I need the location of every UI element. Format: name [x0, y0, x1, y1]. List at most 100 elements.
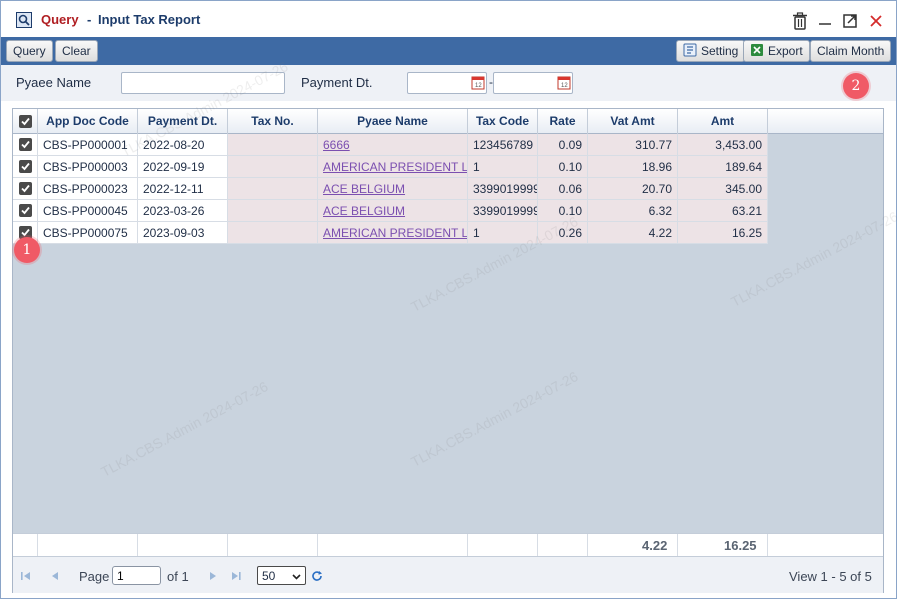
table-row[interactable]: CBS-PP000075 2023-09-03 AMERICAN PRESIDENT…	[13, 222, 768, 244]
page-label: Page	[79, 569, 110, 584]
vat-amt-cell: 18.96	[588, 156, 678, 178]
svg-text:12: 12	[475, 83, 482, 89]
tax-no-cell	[228, 134, 318, 156]
svg-text:12: 12	[561, 83, 568, 89]
tax-no-cell	[228, 200, 318, 222]
maximize-icon[interactable]	[842, 12, 860, 30]
minimize-icon[interactable]	[817, 12, 835, 30]
vat-amt-cell: 20.70	[588, 178, 678, 200]
column-header[interactable]: Tax No.	[228, 109, 318, 134]
export-button[interactable]: Export	[743, 40, 810, 62]
annotation-badge-1: 1	[14, 237, 40, 263]
vat-amt-cell: 4.22	[588, 222, 678, 244]
results-grid: App Doc Code Payment Dt. Tax No. Pyaee N…	[12, 108, 884, 593]
clear-button-label: Clear	[62, 44, 91, 58]
vat-amt-cell: 310.77	[588, 134, 678, 156]
totals-cell	[538, 534, 588, 556]
row-checkbox[interactable]	[19, 160, 32, 173]
totals-cell	[138, 534, 228, 556]
chevron-down-icon	[292, 569, 301, 583]
payee-name-link[interactable]: 6666	[318, 134, 468, 156]
table-row[interactable]: CBS-PP000023 2022-12-11 ACE BELGIUM 3399019…	[13, 178, 768, 200]
column-header[interactable]: Vat Amt	[588, 109, 678, 134]
payee-name-link[interactable]: AMERICAN PRESIDENT LINES	[318, 156, 468, 178]
claim-month-button[interactable]: Claim Month	[810, 40, 892, 62]
payee-name-label: Pyaee Name	[16, 75, 92, 90]
column-header[interactable]: Pyaee Name	[318, 109, 468, 134]
column-header[interactable]: Amt	[678, 109, 768, 134]
query-button-label: Query	[13, 44, 46, 58]
payee-name-link[interactable]: AMERICAN PRESIDENT LINES	[318, 222, 468, 244]
payment-dt-cell: 2022-08-20	[138, 134, 228, 156]
totals-cell	[13, 534, 38, 556]
payee-name-link[interactable]: ACE BELGIUM	[318, 178, 468, 200]
prev-page-icon[interactable]	[49, 570, 61, 582]
grid-body: CBS-PP000001 2022-08-20 6666 123456789 0.09 3…	[13, 134, 883, 533]
payment-dt-cell: 2023-09-03	[138, 222, 228, 244]
refresh-icon[interactable]	[311, 570, 323, 582]
excel-icon	[750, 43, 764, 60]
query-window: Query - Input Tax Report Query Clear Set…	[0, 0, 897, 599]
column-header[interactable]: Tax Code	[468, 109, 538, 134]
page-count-label: of 1	[167, 569, 189, 584]
tax-code-cell: 1	[468, 156, 538, 178]
last-page-icon[interactable]	[230, 570, 242, 582]
column-header[interactable]: App Doc Code	[38, 109, 138, 134]
app-doc-code-cell: CBS-PP000001	[38, 134, 138, 156]
app-doc-code-cell: CBS-PP000075	[38, 222, 138, 244]
trash-icon[interactable]	[792, 12, 810, 30]
next-page-icon[interactable]	[207, 570, 219, 582]
app-doc-code-cell: CBS-PP000023	[38, 178, 138, 200]
tax-code-cell: 33990199999	[468, 200, 538, 222]
amt-total: 16.25	[724, 538, 757, 553]
table-row[interactable]: CBS-PP000003 2022-09-19 AMERICAN PRESIDENT…	[13, 156, 768, 178]
column-header[interactable]: Rate	[538, 109, 588, 134]
payment-dt-cell: 2023-03-26	[138, 200, 228, 222]
vat-amt-total: 4.22	[642, 538, 668, 553]
view-range-text: View 1 - 5 of 5	[789, 569, 872, 584]
totals-cell	[318, 534, 468, 556]
vat-amt-cell: 6.32	[588, 200, 678, 222]
query-button[interactable]: Query	[6, 40, 53, 62]
amt-cell: 3,453.00	[678, 134, 768, 156]
row-checkbox[interactable]	[19, 204, 32, 217]
column-header[interactable]: Payment Dt.	[138, 109, 228, 134]
title-bar: Query - Input Tax Report	[1, 1, 896, 37]
tax-no-cell	[228, 222, 318, 244]
title-prefix: Query	[41, 12, 79, 27]
rate-cell: 0.06	[538, 178, 588, 200]
amt-cell: 16.25	[678, 222, 768, 244]
table-row[interactable]: CBS-PP000001 2022-08-20 6666 123456789 0.09 3…	[13, 134, 768, 156]
export-button-label: Export	[768, 44, 803, 58]
first-page-icon[interactable]	[20, 570, 32, 582]
page-size-select[interactable]: 50	[257, 566, 306, 585]
amt-cell: 189.64	[678, 156, 768, 178]
rate-cell: 0.09	[538, 134, 588, 156]
select-all-checkbox[interactable]	[19, 115, 32, 128]
page-number-input[interactable]	[112, 566, 161, 585]
rate-cell: 0.10	[538, 200, 588, 222]
pager: Page of 1 50 View 1 - 5 of 5	[13, 556, 883, 593]
payee-name-link[interactable]: ACE BELGIUM	[318, 200, 468, 222]
row-select-cell	[13, 156, 38, 178]
payee-name-input[interactable]	[121, 72, 285, 94]
clear-button[interactable]: Clear	[55, 40, 98, 62]
row-select-cell	[13, 178, 38, 200]
totals-cell	[38, 534, 138, 556]
app-doc-code-cell: CBS-PP000045	[38, 200, 138, 222]
query-search-icon	[16, 12, 32, 28]
toolbar: Query Clear Setting Export Claim Month	[1, 37, 896, 65]
tax-no-cell	[228, 178, 318, 200]
calendar-icon[interactable]: 12	[471, 74, 485, 90]
row-checkbox[interactable]	[19, 182, 32, 195]
window-title: Input Tax Report	[98, 12, 201, 27]
calendar-icon[interactable]: 12	[557, 74, 571, 90]
close-icon[interactable]	[868, 12, 886, 30]
setting-button[interactable]: Setting	[676, 40, 746, 62]
table-row[interactable]: CBS-PP000045 2023-03-26 ACE BELGIUM 3399019…	[13, 200, 768, 222]
page-size-value: 50	[262, 568, 276, 583]
totals-row: 4.22 16.25	[13, 533, 883, 556]
payment-dt-cell: 2022-12-11	[138, 178, 228, 200]
tax-code-cell: 33990199999	[468, 178, 538, 200]
row-checkbox[interactable]	[19, 138, 32, 151]
